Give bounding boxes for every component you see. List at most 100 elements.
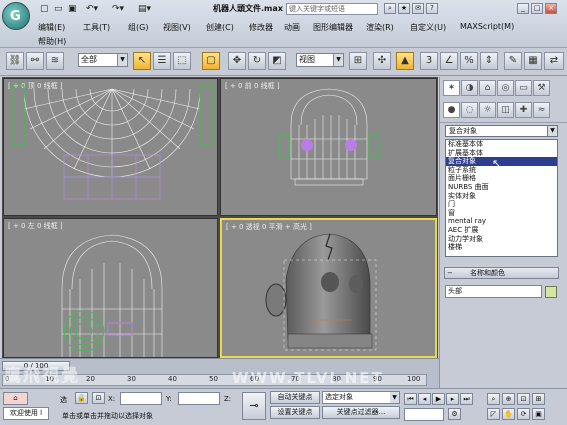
- undo-icon[interactable]: ↶▾: [86, 4, 98, 16]
- angle-snap-icon[interactable]: ∠: [440, 52, 458, 70]
- current-frame-field[interactable]: [404, 408, 444, 421]
- next-frame-icon[interactable]: ▸: [446, 393, 459, 405]
- zoom-all-icon[interactable]: ⊕: [502, 393, 515, 405]
- communication-icon[interactable]: ✉: [412, 3, 424, 14]
- space-warps-icon[interactable]: ≈: [533, 102, 550, 118]
- create-selection-set-icon[interactable]: ▦: [524, 52, 542, 70]
- menu-views[interactable]: 视图(V): [163, 22, 191, 33]
- hierarchy-tab-icon[interactable]: ⌂: [479, 80, 496, 96]
- maximize-button[interactable]: □: [531, 3, 543, 14]
- edit-named-selection-icon[interactable]: ✎: [504, 52, 522, 70]
- list-item[interactable]: 窗: [446, 209, 557, 218]
- menu-edit[interactable]: 编辑(E): [38, 22, 65, 33]
- object-name-field[interactable]: 头部: [445, 285, 542, 298]
- menu-group[interactable]: 组(G): [128, 22, 148, 33]
- time-configuration-icon[interactable]: ⚙: [448, 408, 461, 420]
- x-coordinate-field[interactable]: [120, 392, 162, 405]
- move-icon[interactable]: ✥: [228, 52, 246, 70]
- minimize-button[interactable]: _: [517, 3, 529, 14]
- window-crossing-icon[interactable]: ▢: [202, 52, 220, 70]
- selection-filter-dropdown[interactable]: 全部 ▼: [78, 53, 128, 67]
- reference-coordinate-dropdown[interactable]: 视图 ▼: [296, 53, 344, 67]
- save-icon[interactable]: ▣: [68, 4, 77, 16]
- viewport-perspective[interactable]: [ + 0 透视 0 平滑 + 高光 ]: [220, 218, 437, 358]
- list-item[interactable]: 动力学对象: [446, 235, 557, 244]
- percent-snap-icon[interactable]: %: [460, 52, 478, 70]
- zoom-icon[interactable]: ⌕: [487, 393, 500, 405]
- menu-graph-editors[interactable]: 图形编辑器: [313, 22, 353, 33]
- select-manipulate-icon[interactable]: ✣: [373, 52, 391, 70]
- maximize-viewport-icon[interactable]: ▣: [532, 408, 545, 420]
- mirror-icon[interactable]: ⇄: [544, 52, 564, 70]
- rectangular-selection-icon[interactable]: ⬚: [173, 52, 191, 70]
- orbit-icon[interactable]: ⟳: [517, 408, 530, 420]
- viewport-front[interactable]: [ + 0 前 0 线框 ]: [220, 78, 437, 216]
- list-item[interactable]: 标准基本体: [446, 140, 557, 149]
- pan-icon[interactable]: ✋: [502, 408, 515, 420]
- list-item[interactable]: mental ray: [446, 217, 557, 226]
- list-item[interactable]: AEC 扩展: [446, 226, 557, 235]
- search-input[interactable]: 键入关键字或短语: [286, 3, 378, 15]
- redo-icon[interactable]: ↷▾: [112, 4, 124, 16]
- lock-selection-icon[interactable]: 🔒: [75, 392, 88, 404]
- previous-frame-icon[interactable]: ◂: [418, 393, 431, 405]
- set-key-icon[interactable]: ⊸: [242, 392, 266, 420]
- bind-space-warp-icon[interactable]: ≋: [46, 52, 64, 70]
- auto-key-button[interactable]: 自动关键点: [270, 391, 320, 404]
- app-logo-icon[interactable]: G: [2, 2, 30, 30]
- select-object-icon[interactable]: ↖: [133, 52, 151, 70]
- menu-animation[interactable]: 动画: [284, 22, 300, 33]
- play-icon[interactable]: ▶: [432, 393, 445, 405]
- helpers-icon[interactable]: ✚: [515, 102, 532, 118]
- menu-help[interactable]: 帮助(H): [38, 36, 66, 47]
- list-item[interactable]: 扩展基本体: [446, 149, 557, 158]
- motion-tab-icon[interactable]: ◎: [497, 80, 514, 96]
- shapes-icon[interactable]: ◌: [461, 102, 478, 118]
- object-type-list[interactable]: 标准基本体 扩展基本体 复合对象 粒子系统 面片栅格 NURBS 曲面 实体对象…: [445, 139, 558, 257]
- create-tab-icon[interactable]: ✶: [443, 80, 460, 96]
- keyboard-shortcut-override-icon[interactable]: ▲: [396, 52, 414, 70]
- key-filters-button[interactable]: 关键点过滤器...: [322, 406, 400, 419]
- modify-tab-icon[interactable]: ◑: [461, 80, 478, 96]
- viewport-left[interactable]: [ + 0 左 0 线框 ]: [3, 218, 218, 358]
- menu-modifiers[interactable]: 修改器: [249, 22, 273, 33]
- select-by-name-icon[interactable]: ☰: [153, 52, 171, 70]
- help-icon[interactable]: ?: [426, 3, 438, 14]
- list-item[interactable]: 楼梯: [446, 243, 557, 252]
- list-item[interactable]: NURBS 曲面: [446, 183, 557, 192]
- zoom-extents-icon[interactable]: ⊡: [517, 393, 530, 405]
- goto-end-icon[interactable]: ⏭: [460, 393, 473, 405]
- list-item[interactable]: 面片栅格: [446, 174, 557, 183]
- utilities-tab-icon[interactable]: ⚒: [533, 80, 550, 96]
- list-item[interactable]: 门: [446, 200, 557, 209]
- y-coordinate-field[interactable]: [178, 392, 220, 405]
- select-link-icon[interactable]: ⛓: [6, 52, 24, 70]
- spinner-snap-icon[interactable]: ⇕: [480, 52, 498, 70]
- menu-tools[interactable]: 工具(T): [83, 22, 110, 33]
- time-slider[interactable]: 0 / 100: [2, 361, 70, 371]
- snaps-toggle-icon[interactable]: 3: [420, 52, 438, 70]
- list-item[interactable]: 粒子系统: [446, 166, 557, 175]
- rotate-icon[interactable]: ↻: [248, 52, 266, 70]
- viewport-top[interactable]: [ + 0 顶 0 线框 ]: [3, 78, 218, 216]
- object-type-dropdown[interactable]: 复合对象 ▼: [445, 125, 558, 137]
- display-tab-icon[interactable]: ▭: [515, 80, 532, 96]
- menu-maxscript[interactable]: MAXScript(M): [460, 22, 514, 31]
- object-color-swatch[interactable]: [545, 286, 557, 298]
- project-folder-icon[interactable]: ▤▾: [138, 4, 151, 16]
- geometry-icon[interactable]: ●: [443, 102, 460, 118]
- maxscript-listener-button[interactable]: ⌂: [3, 392, 28, 405]
- scale-icon[interactable]: ◩: [268, 52, 286, 70]
- cameras-icon[interactable]: ◫: [497, 102, 514, 118]
- set-key-button[interactable]: 设置关键点: [270, 406, 320, 419]
- pivot-center-icon[interactable]: ⊞: [349, 52, 367, 70]
- name-and-color-rollout[interactable]: − 名称和颜色: [444, 267, 559, 279]
- list-item[interactable]: 实体对象: [446, 192, 557, 201]
- list-item-selected[interactable]: 复合对象: [446, 157, 557, 166]
- key-filter-dropdown[interactable]: 选定对象 ▼: [322, 391, 400, 404]
- zoom-extents-all-icon[interactable]: ⊞: [532, 393, 545, 405]
- subscription-icon[interactable]: ★: [398, 3, 410, 14]
- menu-create[interactable]: 创建(C): [206, 22, 234, 33]
- lights-icon[interactable]: ☼: [479, 102, 496, 118]
- menu-customize[interactable]: 自定义(U): [410, 22, 446, 33]
